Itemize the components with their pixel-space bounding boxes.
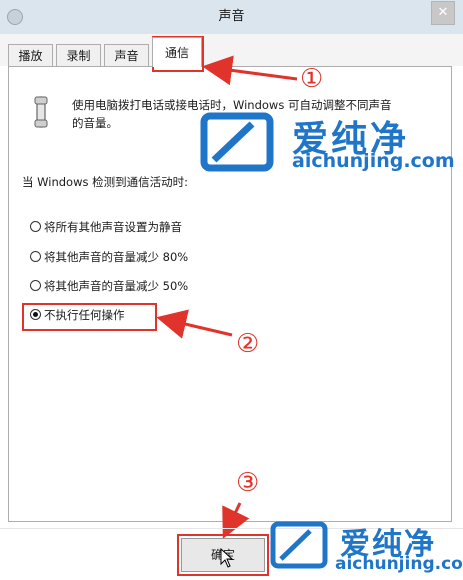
window-title: 声音	[218, 9, 245, 24]
watermark-url-2: aichunjing.com	[335, 554, 463, 574]
option-mute-all[interactable]: 将所有其他声音设置为静音	[30, 218, 182, 236]
option-reduce-80[interactable]: 将其他声音的音量减少 80%	[30, 248, 188, 266]
detect-label: 当 Windows 检测到通信活动时:	[22, 175, 189, 189]
highlight-box-option	[22, 303, 157, 331]
radio-button[interactable]	[30, 280, 41, 291]
option-label: 将其他声音的音量减少 80%	[44, 250, 189, 264]
close-button[interactable]: ✕	[431, 1, 455, 25]
tab-playback[interactable]: 播放	[8, 44, 53, 66]
step-3-marker: ③	[236, 468, 260, 498]
option-label: 将其他声音的音量减少 50%	[44, 279, 189, 293]
radio-button[interactable]	[30, 221, 41, 232]
watermark-logo-icon-2	[270, 521, 328, 569]
step-2-marker: ②	[236, 329, 260, 359]
watermark-logo-icon	[200, 112, 274, 172]
radio-button[interactable]	[30, 251, 41, 262]
mouse-cursor-icon	[220, 548, 234, 568]
tab-recording[interactable]: 录制	[56, 44, 101, 66]
step-1-marker: ①	[300, 64, 324, 94]
option-label: 将所有其他声音设置为静音	[44, 220, 182, 234]
tab-communications[interactable]: 通信	[152, 37, 202, 67]
watermark-url: aichunjing.com	[292, 150, 455, 172]
tab-sounds[interactable]: 声音	[104, 44, 149, 66]
telephone-icon	[34, 96, 48, 128]
option-reduce-50[interactable]: 将其他声音的音量减少 50%	[30, 277, 188, 295]
